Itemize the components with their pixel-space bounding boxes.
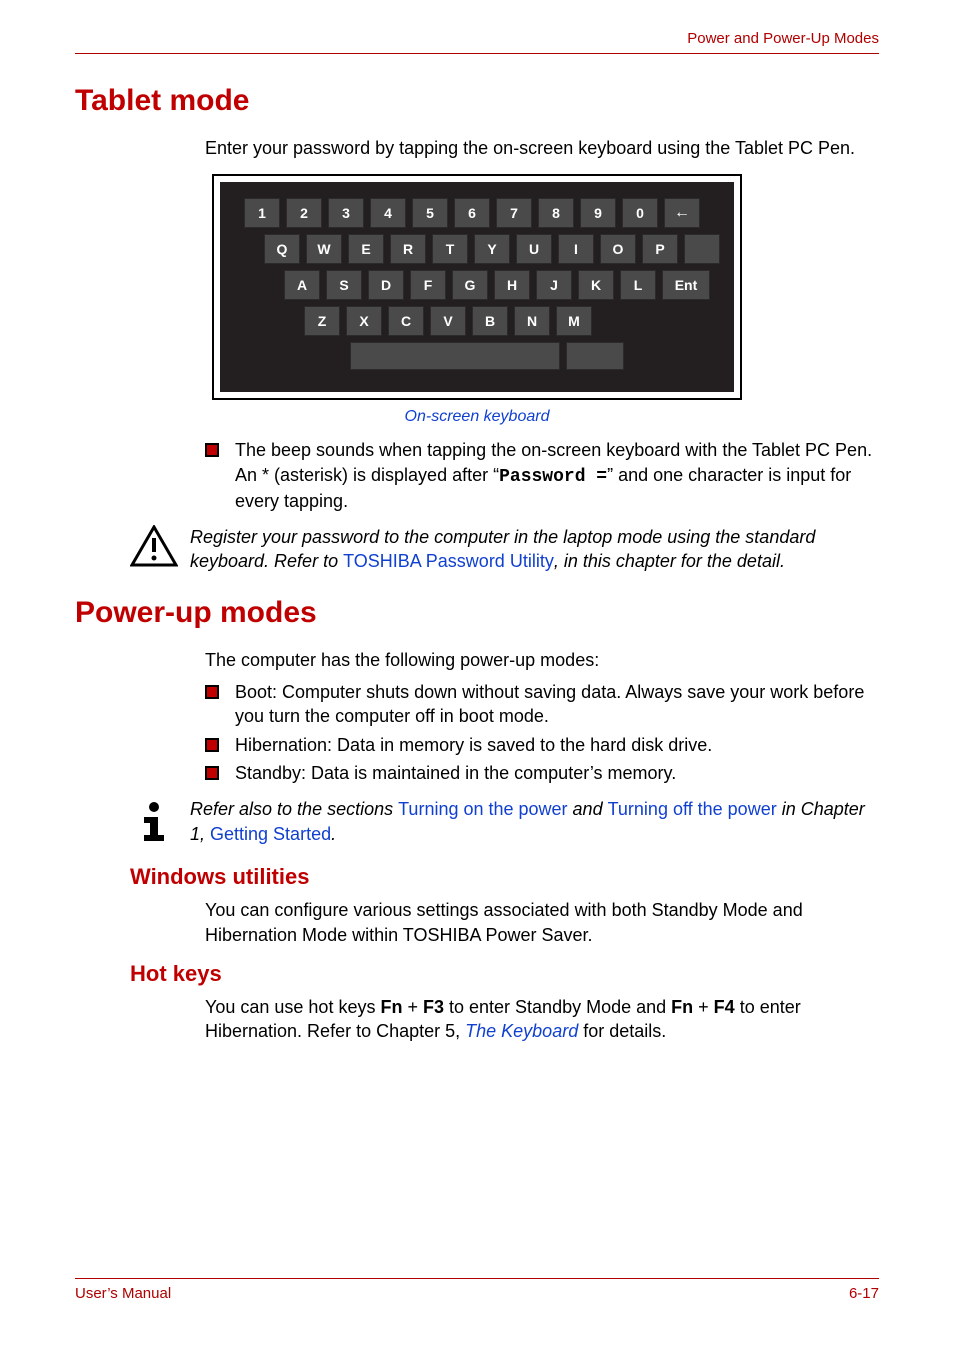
key-j[interactable]: J [536, 270, 572, 300]
turning-off-power-link[interactable]: Turning off the power [608, 799, 777, 819]
key-q[interactable]: Q [264, 234, 300, 264]
key-u[interactable]: U [516, 234, 552, 264]
tablet-mode-intro: Enter your password by tapping the on-sc… [205, 136, 879, 160]
caution-note: Register your password to the computer i… [130, 525, 879, 574]
key-6[interactable]: 6 [454, 198, 490, 228]
key-8[interactable]: 8 [538, 198, 574, 228]
key-d[interactable]: D [368, 270, 404, 300]
key-o[interactable]: O [600, 234, 636, 264]
key-backspace[interactable]: ← [664, 198, 700, 228]
key-e[interactable]: E [348, 234, 384, 264]
key-n[interactable]: N [514, 306, 550, 336]
footer-right: 6-17 [849, 1285, 879, 1302]
key-a[interactable]: A [284, 270, 320, 300]
getting-started-link[interactable]: Getting Started [210, 824, 331, 844]
key-k[interactable]: K [578, 270, 614, 300]
tablet-mode-heading: Tablet mode [75, 84, 879, 118]
power-bullet-hibernation: Hibernation: Data in memory is saved to … [205, 733, 879, 757]
power-up-intro: The computer has the following power-up … [205, 648, 879, 672]
key-0[interactable]: 0 [622, 198, 658, 228]
key-l[interactable]: L [620, 270, 656, 300]
footer-left: User’s Manual [75, 1285, 171, 1302]
key-7[interactable]: 7 [496, 198, 532, 228]
key-c[interactable]: C [388, 306, 424, 336]
key-space[interactable] [350, 342, 560, 370]
key-r[interactable]: R [390, 234, 426, 264]
bullet-icon [205, 443, 219, 457]
bullet-icon [205, 738, 219, 752]
key-extra[interactable] [566, 342, 624, 370]
info-icon [130, 797, 178, 850]
chapter-header: Power and Power-Up Modes [75, 30, 879, 54]
info-note: Refer also to the sections Turning on th… [130, 797, 879, 850]
power-up-modes-heading: Power-up modes [75, 596, 879, 630]
key-4[interactable]: 4 [370, 198, 406, 228]
key-y[interactable]: Y [474, 234, 510, 264]
keyboard-caption: On-screen keyboard [75, 408, 879, 426]
onscreen-keyboard-figure: 1 2 3 4 5 6 7 8 9 0 ← Q W E R T [212, 174, 742, 400]
power-bullet-standby: Standby: Data is maintained in the compu… [205, 761, 879, 785]
windows-utilities-body: You can configure various settings assoc… [205, 898, 879, 947]
turning-on-power-link[interactable]: Turning on the power [398, 799, 567, 819]
key-3[interactable]: 3 [328, 198, 364, 228]
info-text-pre: Refer also to the sections [190, 799, 398, 819]
windows-utilities-heading: Windows utilities [130, 864, 879, 890]
key-x[interactable]: X [346, 306, 382, 336]
bullet-icon [205, 685, 219, 699]
key-5[interactable]: 5 [412, 198, 448, 228]
key-i[interactable]: I [558, 234, 594, 264]
hot-keys-heading: Hot keys [130, 961, 879, 987]
key-1[interactable]: 1 [244, 198, 280, 228]
key-enter[interactable]: Ent [662, 270, 710, 300]
key-blank[interactable] [684, 234, 720, 264]
key-g[interactable]: G [452, 270, 488, 300]
tablet-bullet-1: The beep sounds when tapping the on-scre… [205, 438, 879, 513]
key-h[interactable]: H [494, 270, 530, 300]
the-keyboard-link[interactable]: The Keyboard [465, 1021, 578, 1041]
key-v[interactable]: V [430, 306, 466, 336]
chapter-title: Power and Power-Up Modes [687, 30, 879, 47]
key-2[interactable]: 2 [286, 198, 322, 228]
key-w[interactable]: W [306, 234, 342, 264]
key-z[interactable]: Z [304, 306, 340, 336]
bullet-icon [205, 766, 219, 780]
caution-icon [130, 525, 178, 572]
key-9[interactable]: 9 [580, 198, 616, 228]
key-f[interactable]: F [410, 270, 446, 300]
hot-keys-body: You can use hot keys Fn + F3 to enter St… [205, 995, 879, 1044]
key-s[interactable]: S [326, 270, 362, 300]
key-b[interactable]: B [472, 306, 508, 336]
caution-text-post: , in this chapter for the detail. [554, 551, 785, 571]
key-m[interactable]: M [556, 306, 592, 336]
page-footer: User’s Manual 6-17 [75, 1278, 879, 1302]
key-p[interactable]: P [642, 234, 678, 264]
power-bullet-boot: Boot: Computer shuts down without saving… [205, 680, 879, 729]
toshiba-password-utility-link[interactable]: TOSHIBA Password Utility [343, 551, 554, 571]
key-t[interactable]: T [432, 234, 468, 264]
